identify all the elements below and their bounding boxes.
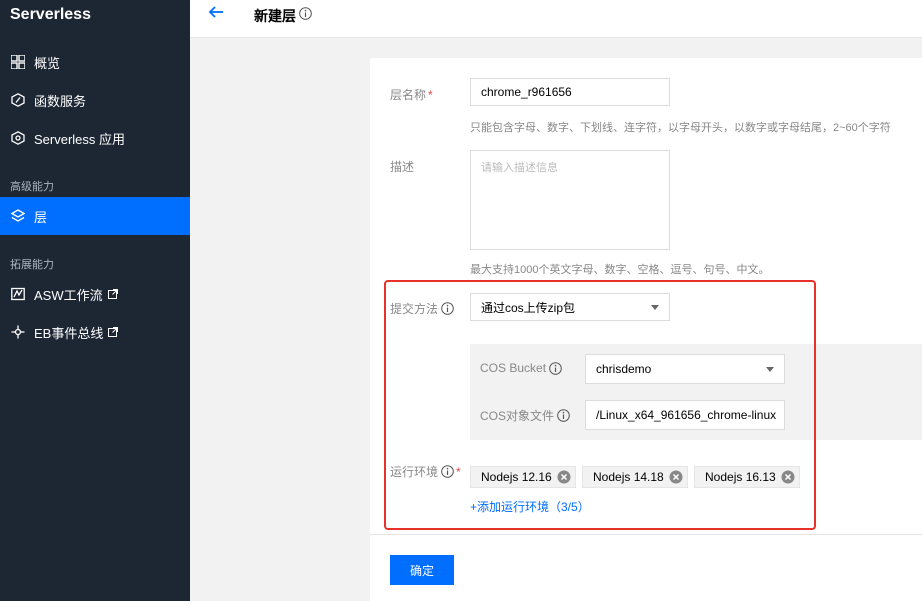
info-icon[interactable] <box>441 465 454 478</box>
cos-bucket-value: chrisdemo <box>596 362 652 376</box>
sidebar-item-label: Serverless 应用 <box>34 131 126 147</box>
workflow-icon <box>10 286 26 302</box>
sidebar-item-eventbus[interactable]: EB事件总线 <box>0 313 190 351</box>
page-title: 新建层 <box>254 8 296 24</box>
sidebar-item-asw[interactable]: ASW工作流 <box>0 275 190 313</box>
cos-file-input[interactable]: /Linux_x64_961656_chrome-linux <box>585 400 785 430</box>
layer-name-label: 层名称 * <box>390 87 433 103</box>
sidebar-item-label: ASW工作流 <box>34 287 103 303</box>
function-icon <box>10 92 26 108</box>
runtime-tag: Nodejs 12.16 <box>470 466 576 488</box>
app-icon <box>10 130 26 146</box>
info-icon[interactable] <box>549 361 562 375</box>
page-header: 新建层 <box>190 0 922 38</box>
remove-tag-icon[interactable] <box>781 470 795 484</box>
cos-panel: COS Bucket chrisdemo COS对象文件 /Linux_x64_… <box>470 344 922 440</box>
sidebar-item-label: EB事件总线 <box>34 325 104 341</box>
sidebar-item-label: 函数服务 <box>34 93 87 109</box>
sidebar: Serverless 概览 函数服务 Serverless 应用 高级能力 层 … <box>0 0 190 601</box>
external-link-icon <box>107 289 118 299</box>
cos-bucket-select[interactable]: chrisdemo <box>585 354 785 384</box>
sidebar-item-label: 概览 <box>34 55 61 71</box>
required-mark: * <box>428 87 433 102</box>
grid-icon <box>10 54 26 70</box>
submit-method-select[interactable]: 通过cos上传zip包 <box>470 293 670 321</box>
required-mark: * <box>456 464 461 479</box>
section-advanced: 高级能力 <box>10 181 54 193</box>
external-link-icon <box>108 327 119 337</box>
back-arrow-icon[interactable] <box>208 4 224 23</box>
remove-tag-icon[interactable] <box>669 470 683 484</box>
eventbus-icon <box>10 324 26 340</box>
divider <box>370 534 922 535</box>
cos-bucket-label: COS Bucket <box>480 361 562 375</box>
runtime-tag: Nodejs 16.13 <box>694 466 800 488</box>
sidebar-item-layers[interactable]: 层 <box>0 197 190 235</box>
runtime-tag: Nodejs 14.18 <box>582 466 688 488</box>
info-icon[interactable] <box>299 7 312 23</box>
remove-tag-icon[interactable] <box>557 470 571 484</box>
layer-name-hint: 只能包含字母、数字、下划线、连字符，以字母开头，以数字或字母结尾，2~60个字符 <box>470 122 891 134</box>
description-textarea[interactable]: 请输入描述信息 <box>470 150 670 250</box>
cos-file-label: COS对象文件 <box>480 407 570 424</box>
form-card: 层名称 * chrome_r961656 只能包含字母、数字、下划线、连字符，以字… <box>370 58 922 601</box>
layer-name-input[interactable]: chrome_r961656 <box>470 78 670 106</box>
sidebar-item-label: 层 <box>34 209 48 225</box>
brand-title: Serverless <box>10 6 91 23</box>
info-icon[interactable] <box>557 409 570 422</box>
sidebar-item-overview[interactable]: 概览 <box>0 43 190 81</box>
section-extend: 拓展能力 <box>10 259 54 271</box>
description-hint: 最大支持1000个英文字母、数字、空格、逗号、句号、中文。 <box>470 264 770 276</box>
info-icon[interactable] <box>441 302 454 315</box>
chevron-down-icon <box>766 366 774 372</box>
confirm-button[interactable]: 确定 <box>390 555 454 585</box>
add-runtime-link[interactable]: +添加运行环境（3/5） <box>470 498 590 515</box>
description-label: 描述 <box>390 160 415 174</box>
chevron-down-icon <box>651 304 659 310</box>
sidebar-item-serverless-app[interactable]: Serverless 应用 <box>0 119 190 157</box>
submit-method-label: 提交方法 <box>390 300 454 317</box>
submit-method-value: 通过cos上传zip包 <box>481 300 576 315</box>
layers-icon <box>10 208 26 224</box>
runtime-label: 运行环境 * <box>390 464 461 480</box>
sidebar-item-functions[interactable]: 函数服务 <box>0 81 190 119</box>
